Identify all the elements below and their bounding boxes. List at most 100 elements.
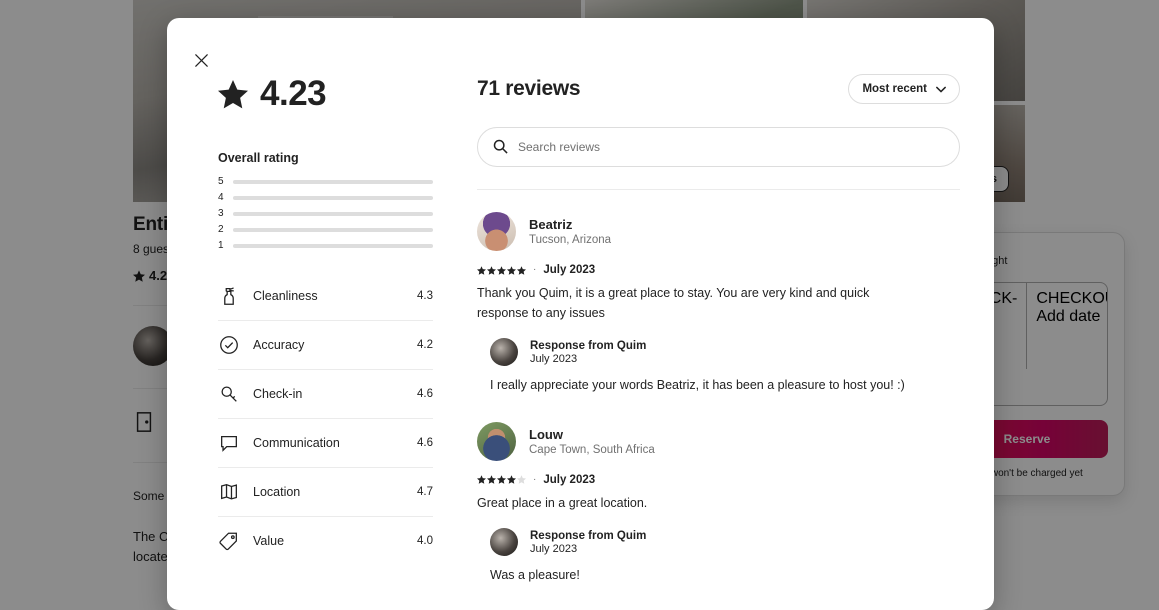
category-row-communication: Communication 4.6 <box>218 419 433 468</box>
map-icon <box>221 483 237 500</box>
star-rating <box>477 475 526 484</box>
category-row-value: Value 4.0 <box>218 517 433 565</box>
review-date: July 2023 <box>543 473 596 486</box>
reviewer-name: Louw <box>529 426 563 442</box>
category-value: 4.2 <box>417 339 433 351</box>
star-filled-icon <box>507 265 516 275</box>
spray-bottle-icon <box>224 287 234 305</box>
rating-bar-row: 3 <box>218 208 433 219</box>
host-response-header: Response from Quim July 2023 <box>490 338 960 366</box>
star-filled-icon <box>487 265 496 275</box>
sort-dropdown-button[interactable]: Most recent <box>848 74 960 104</box>
star-filled-icon <box>487 475 496 484</box>
star-filled-icon <box>477 475 486 484</box>
rating-bar-row: 1 <box>218 240 433 251</box>
avatar <box>477 212 516 251</box>
host-response: Response from Quim July 2023 Was a pleas… <box>477 528 960 586</box>
host-response-header: Response from Quim July 2023 <box>490 528 960 556</box>
check-circle-icon <box>220 336 238 354</box>
category-name: Value <box>253 534 285 548</box>
star-empty-icon <box>517 475 526 484</box>
rating-bar-label: 3 <box>218 208 224 219</box>
reviews-list: Beatriz Tucson, Arizona · July 2023 Than… <box>477 189 960 610</box>
rating-bar-label: 1 <box>218 240 224 251</box>
reviewer-header[interactable]: Louw Cape Town, South Africa <box>477 421 960 461</box>
rating-bar-label: 5 <box>218 176 224 187</box>
search-icon <box>493 139 508 154</box>
chevron-down-icon <box>936 86 946 93</box>
category-name: Communication <box>253 436 340 450</box>
rating-bar-row: 2 <box>218 224 433 235</box>
speech-bubble-icon <box>221 435 237 452</box>
star-filled-icon <box>507 475 516 484</box>
host-response-date: July 2023 <box>530 352 578 365</box>
host-response-title: Response from Quim <box>530 339 647 352</box>
close-glyph <box>194 53 208 67</box>
overall-score: 4.23 <box>218 74 433 114</box>
rating-breakdown-panel: 4.23 Overall rating 5 4 3 2 1 Cleanlines… <box>167 74 467 610</box>
reviewer-header[interactable]: Beatriz Tucson, Arizona <box>477 212 960 251</box>
host-response-text: Was a pleasure! <box>490 568 580 582</box>
rating-bar-track <box>233 195 433 200</box>
rating-bar-label: 4 <box>218 192 224 203</box>
star-filled-icon <box>477 265 486 275</box>
avatar <box>490 338 518 366</box>
category-value: 4.7 <box>417 486 433 498</box>
star-icon <box>218 79 248 109</box>
category-value: 4.0 <box>417 535 433 547</box>
category-row-cleanliness: Cleanliness 4.3 <box>218 272 433 321</box>
separator-dot: · <box>533 264 537 275</box>
tag-icon <box>219 532 237 551</box>
reviews-list-panel[interactable]: 71 reviews Most recent Search reviews Be… <box>467 74 994 610</box>
reviews-modal: 4.23 Overall rating 5 4 3 2 1 Cleanlines… <box>167 18 994 610</box>
overall-score-value: 4.23 <box>260 74 327 113</box>
search-input[interactable] <box>477 127 960 167</box>
review-date: July 2023 <box>543 264 596 276</box>
category-name: Location <box>253 485 301 499</box>
rating-distribution: 5 4 3 2 1 <box>218 176 433 251</box>
reviewer-location: Tucson, Arizona <box>529 234 612 246</box>
key-icon <box>221 386 237 402</box>
review-text: Thank you Quim, it is a great place to s… <box>477 286 870 320</box>
review-meta: · July 2023 <box>477 474 960 486</box>
star-rating <box>477 265 526 275</box>
separator-dot: · <box>533 473 537 485</box>
category-row-accuracy: Accuracy 4.2 <box>218 321 433 370</box>
avatar <box>477 421 516 461</box>
search-reviews-wrapper[interactable] <box>477 127 960 167</box>
rating-bar-track <box>233 179 433 184</box>
reviews-count-title: 71 reviews <box>477 77 581 100</box>
close-icon[interactable] <box>187 46 215 74</box>
reviews-header: 71 reviews Most recent <box>477 74 960 104</box>
category-row-checkin: Check-in 4.6 <box>218 370 433 419</box>
category-value: 4.6 <box>417 388 433 400</box>
category-ratings: Cleanliness 4.3 Accuracy 4.2 Check-in 4.… <box>218 272 433 565</box>
rating-bar-label: 2 <box>218 224 224 235</box>
rating-bar-track <box>233 211 433 216</box>
host-response-text: I really appreciate your words Beatriz, … <box>490 378 905 392</box>
rating-bar-row: 5 <box>218 176 433 187</box>
category-value: 4.3 <box>417 290 433 302</box>
rating-bar-track <box>233 243 433 248</box>
star-filled-icon <box>497 265 506 275</box>
reviewer-name: Beatriz <box>529 217 573 232</box>
rating-bar-track <box>233 227 433 232</box>
star-filled-icon <box>497 475 506 484</box>
category-name: Cleanliness <box>253 289 318 303</box>
overall-rating-label: Overall rating <box>218 151 299 165</box>
star-filled-icon <box>517 265 526 275</box>
category-row-location: Location 4.7 <box>218 468 433 517</box>
host-response: Response from Quim July 2023 I really ap… <box>477 338 960 396</box>
category-value: 4.6 <box>417 437 433 449</box>
review-item: Beatriz Tucson, Arizona · July 2023 Than… <box>477 212 960 396</box>
rating-bar-row: 4 <box>218 192 433 203</box>
host-response-title: Response from Quim <box>530 529 647 542</box>
reviewer-location: Cape Town, South Africa <box>529 443 655 456</box>
category-name: Accuracy <box>253 338 305 352</box>
sort-dropdown-label: Most recent <box>862 83 927 95</box>
host-response-date: July 2023 <box>530 542 578 555</box>
category-name: Check-in <box>253 387 303 401</box>
review-text: Great place in a great location. <box>477 495 648 510</box>
avatar <box>490 528 518 556</box>
review-item: Louw Cape Town, South Africa · July 2023… <box>477 421 960 586</box>
